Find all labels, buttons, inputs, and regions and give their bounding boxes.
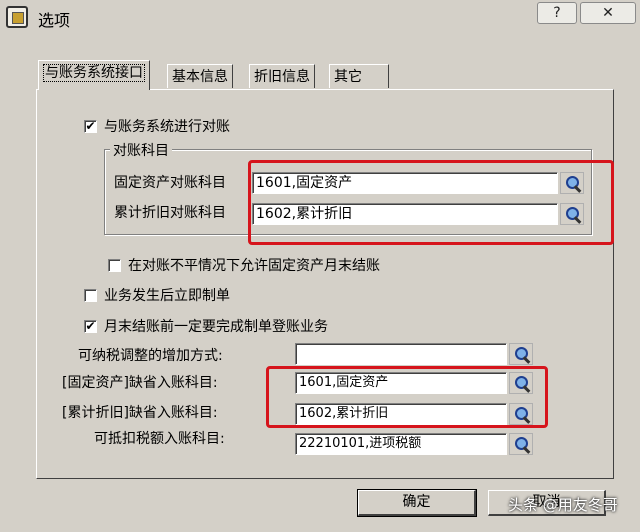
depreciation-account-label: 累计折旧对账科目 <box>114 205 226 221</box>
month-end-label: 月末结账前一定要完成制单登账业务 <box>104 319 328 335</box>
fixed-asset-account-label: 固定资产对账科目 <box>114 175 226 191</box>
reconcile-checkbox[interactable]: ✔ <box>84 120 97 133</box>
search-icon[interactable] <box>509 343 533 365</box>
close-button[interactable]: ✕ <box>580 2 636 24</box>
app-icon <box>6 6 28 28</box>
watermark: 头条 @用友冬哥 <box>508 496 618 514</box>
immediate-voucher-checkbox[interactable] <box>84 289 97 302</box>
allow-close-label: 在对账不平情况下允许固定资产月末结账 <box>128 258 380 274</box>
deductible-tax-field[interactable]: 22210101,进项税额 <box>295 433 507 455</box>
window-title: 选项 <box>38 11 71 30</box>
search-icon[interactable] <box>509 433 533 455</box>
fixed-default-account-label: [固定资产]缺省入账科目: <box>62 375 218 391</box>
tab-basic-info[interactable]: 基本信息 <box>167 64 233 88</box>
help-button[interactable]: ? <box>537 2 577 24</box>
tax-adjust-label: 可纳税调整的增加方式: <box>78 348 223 364</box>
allow-close-checkbox[interactable] <box>108 259 121 272</box>
deductible-tax-label: 可抵扣税额入账科目: <box>94 431 225 447</box>
tab-depreciation-info[interactable]: 折旧信息 <box>249 64 315 88</box>
title-bar: 选项 ? ✕ <box>0 0 640 34</box>
reconcile-group-title: 对账科目 <box>110 140 172 160</box>
depr-default-account-label: [累计折旧]缺省入账科目: <box>62 405 218 421</box>
highlight-box <box>248 160 614 245</box>
immediate-voucher-label: 业务发生后立即制单 <box>104 288 230 304</box>
reconcile-checkbox-label: 与账务系统进行对账 <box>104 119 230 135</box>
tab-other[interactable]: 其它 <box>329 64 389 88</box>
tax-adjust-field[interactable] <box>295 343 507 365</box>
ok-button[interactable]: 确定 <box>357 489 477 517</box>
tab-finance-interface[interactable]: 与账务系统接口 <box>38 60 150 90</box>
highlight-box <box>266 366 548 428</box>
month-end-checkbox[interactable]: ✔ <box>84 320 97 333</box>
